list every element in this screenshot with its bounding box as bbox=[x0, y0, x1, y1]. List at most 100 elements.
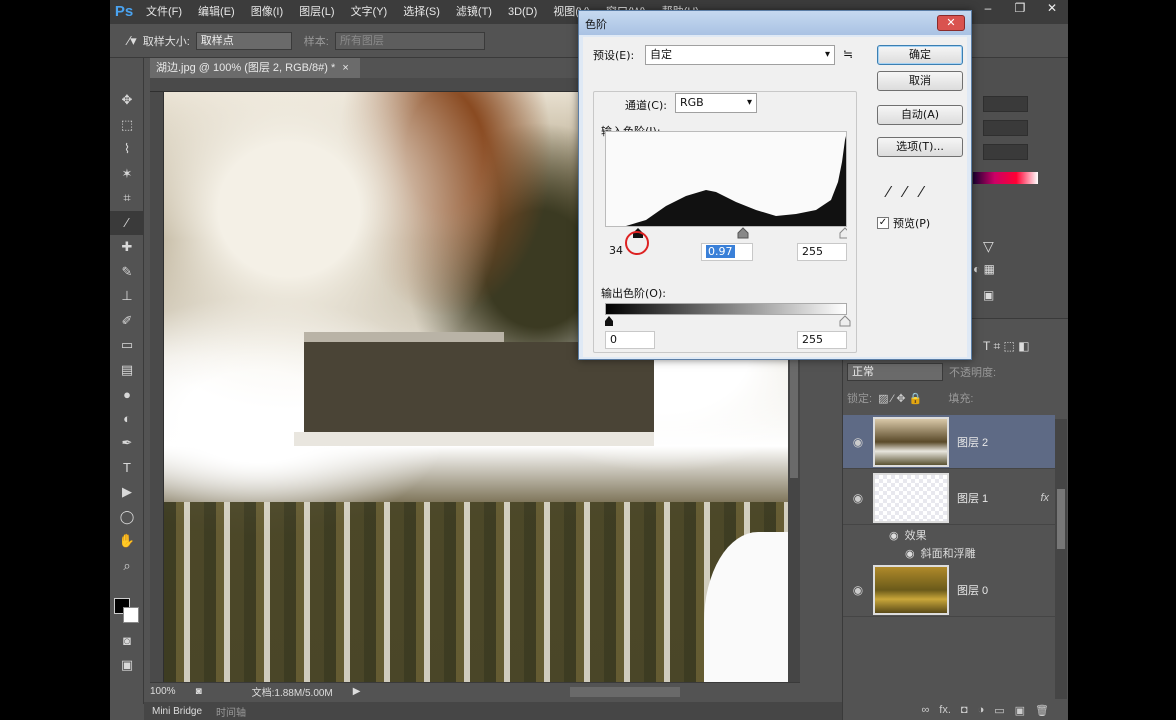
effect-item-label: 斜面和浮雕 bbox=[920, 548, 976, 560]
tab-mini-bridge[interactable]: Mini Bridge bbox=[152, 706, 202, 717]
ok-button[interactable]: 确定 bbox=[877, 45, 963, 65]
horizontal-scroll-thumb[interactable] bbox=[570, 687, 680, 697]
close-window-button[interactable]: ✕ bbox=[1036, 0, 1068, 18]
visibility-eye-icon[interactable]: ◉ bbox=[843, 491, 873, 505]
layer-name[interactable]: 图层 0 bbox=[957, 582, 1055, 598]
menu-layer[interactable]: 图层(L) bbox=[291, 0, 342, 24]
menu-select[interactable]: 选择(S) bbox=[395, 0, 448, 24]
eraser-icon[interactable]: ▭ bbox=[110, 333, 144, 358]
dodge-icon[interactable]: ◐ bbox=[110, 407, 144, 432]
link-icon[interactable]: ∞ bbox=[921, 704, 929, 716]
lasso-icon[interactable]: ⌇ bbox=[110, 137, 144, 162]
move-icon[interactable]: ✥ bbox=[110, 88, 144, 113]
cancel-button[interactable]: 取消 bbox=[877, 71, 963, 91]
fx-icon[interactable]: fx bbox=[1040, 492, 1049, 504]
adjust-triangle-icon[interactable]: ▽ bbox=[983, 238, 994, 255]
channel-select[interactable]: RGB bbox=[675, 93, 757, 113]
screen-mode-icon[interactable]: ▣ bbox=[110, 653, 144, 678]
path-select-icon[interactable]: ▶ bbox=[110, 480, 144, 505]
pen-icon[interactable]: ✒ bbox=[110, 431, 144, 456]
adjust-grid-icon[interactable]: ◐ ▦ bbox=[973, 262, 995, 276]
dialog-titlebar[interactable]: 色阶 ✕ bbox=[579, 11, 971, 35]
color-spectrum[interactable] bbox=[973, 172, 1038, 184]
layer-name[interactable]: 图层 1 bbox=[957, 490, 1040, 506]
layer-row[interactable]: ◉ 图层 2 bbox=[843, 415, 1055, 469]
input-black-field[interactable]: 34 bbox=[605, 243, 653, 261]
dialog-close-button[interactable]: ✕ bbox=[937, 15, 965, 31]
history-brush-icon[interactable]: ✐ bbox=[110, 309, 144, 334]
sample-select[interactable]: 所有图层 bbox=[334, 31, 485, 50]
hand-icon[interactable]: ✋ bbox=[110, 529, 144, 554]
background-color-swatch[interactable] bbox=[123, 607, 139, 623]
white-eyedropper-icon[interactable]: ⁄ bbox=[920, 183, 923, 201]
blend-mode-select[interactable]: 正常 bbox=[847, 363, 943, 381]
output-slider[interactable] bbox=[605, 315, 855, 327]
layers-scrollbar[interactable] bbox=[1055, 419, 1067, 699]
menu-3d[interactable]: 3D(D) bbox=[500, 0, 545, 24]
document-tab[interactable]: 湖边.jpg @ 100% (图层 2, RGB/8#) * × bbox=[150, 58, 360, 78]
preset-menu-icon[interactable]: ≒ bbox=[843, 47, 853, 61]
adjustment-icon[interactable]: ◑ bbox=[978, 704, 985, 716]
layer-filter-icons[interactable]: T ⌗ ⬚ ◧ bbox=[983, 339, 1030, 354]
output-white-field[interactable]: 255 bbox=[797, 331, 847, 349]
layers-scroll-thumb[interactable] bbox=[1057, 489, 1065, 549]
auto-button[interactable]: 自动(A) bbox=[877, 105, 963, 125]
sample-size-select[interactable]: 取样点 bbox=[195, 31, 292, 50]
output-black-field[interactable]: 0 bbox=[605, 331, 655, 349]
menu-image[interactable]: 图像(I) bbox=[243, 0, 291, 24]
visibility-eye-icon[interactable]: ◉ bbox=[843, 583, 873, 597]
options-button[interactable]: 选项(T)... bbox=[877, 137, 963, 157]
layer-name[interactable]: 图层 2 bbox=[957, 434, 1055, 450]
zoom-level[interactable]: 100% bbox=[150, 686, 176, 697]
status-icon[interactable]: ◙ bbox=[196, 686, 202, 697]
crop-icon[interactable]: ⌗ bbox=[110, 186, 144, 211]
magic-wand-icon[interactable]: ✶ bbox=[110, 162, 144, 187]
tab-timeline[interactable]: 时间轴 bbox=[216, 704, 246, 719]
black-eyedropper-icon[interactable]: ⁄ bbox=[887, 183, 890, 201]
preset-select[interactable]: 自定 bbox=[645, 45, 835, 65]
marquee-icon[interactable]: ⬚ bbox=[110, 113, 144, 138]
brush-icon[interactable]: ✎ bbox=[110, 260, 144, 285]
fx-icon[interactable]: fx. bbox=[939, 704, 951, 716]
gamma-value: 0.97 bbox=[706, 245, 735, 258]
layer-row[interactable]: ◉ 图层 0 bbox=[843, 563, 1055, 617]
quick-mask-icon[interactable]: ◙ bbox=[110, 628, 144, 653]
menu-file[interactable]: 文件(F) bbox=[138, 0, 190, 24]
mask-icon[interactable]: ◘ bbox=[961, 704, 968, 716]
shape-icon[interactable]: ◯ bbox=[110, 505, 144, 530]
minimize-button[interactable]: – bbox=[972, 0, 1004, 18]
close-tab-icon[interactable]: × bbox=[342, 62, 348, 74]
input-white-field[interactable]: 255 bbox=[797, 243, 847, 261]
effect-eye-icon[interactable]: ◉ bbox=[905, 547, 915, 560]
stamp-icon[interactable]: ⊥ bbox=[110, 284, 144, 309]
layer-row[interactable]: ◉ 图层 1 fx bbox=[843, 471, 1055, 525]
effect-item-row[interactable]: ◉ 斜面和浮雕 bbox=[843, 545, 1055, 561]
color-field-1[interactable] bbox=[983, 96, 1028, 112]
type-icon[interactable]: T bbox=[110, 456, 144, 481]
effects-row[interactable]: ◉ 效果 bbox=[843, 527, 1055, 543]
menu-type[interactable]: 文字(Y) bbox=[343, 0, 396, 24]
status-menu-icon[interactable]: ▶ bbox=[353, 686, 361, 697]
input-gamma-field[interactable]: 0.97 bbox=[701, 243, 753, 261]
eyedropper-icon[interactable]: ⁄▾ bbox=[128, 33, 137, 49]
eyedropper-icon[interactable]: ⁄ bbox=[110, 210, 144, 235]
preview-checkbox-row[interactable]: ✓ 预览(P) bbox=[877, 215, 930, 231]
color-field-2[interactable] bbox=[983, 120, 1028, 136]
visibility-eye-icon[interactable]: ◉ bbox=[843, 435, 873, 449]
blur-icon[interactable]: ● bbox=[110, 382, 144, 407]
adjust-square-icon[interactable]: ▣ bbox=[983, 288, 994, 302]
lock-icons[interactable]: ▨ ⁄ ✥ 🔒 bbox=[878, 392, 922, 405]
gray-eyedropper-icon[interactable]: ⁄ bbox=[904, 183, 907, 201]
healing-icon[interactable]: ✚ bbox=[110, 235, 144, 260]
menu-filter[interactable]: 滤镜(T) bbox=[448, 0, 500, 24]
preview-checkbox[interactable]: ✓ bbox=[877, 217, 889, 229]
group-icon[interactable]: ▭ bbox=[994, 704, 1004, 717]
restore-button[interactable]: ❐ bbox=[1004, 0, 1036, 18]
trash-icon[interactable]: 🗑 bbox=[1035, 704, 1049, 717]
new-layer-icon[interactable]: ▣ bbox=[1015, 704, 1025, 717]
zoom-icon[interactable]: ⌕ bbox=[110, 554, 144, 579]
gradient-icon[interactable]: ▤ bbox=[110, 358, 144, 383]
color-field-3[interactable] bbox=[983, 144, 1028, 160]
menu-edit[interactable]: 编辑(E) bbox=[190, 0, 243, 24]
effects-eye-icon[interactable]: ◉ bbox=[889, 529, 899, 542]
